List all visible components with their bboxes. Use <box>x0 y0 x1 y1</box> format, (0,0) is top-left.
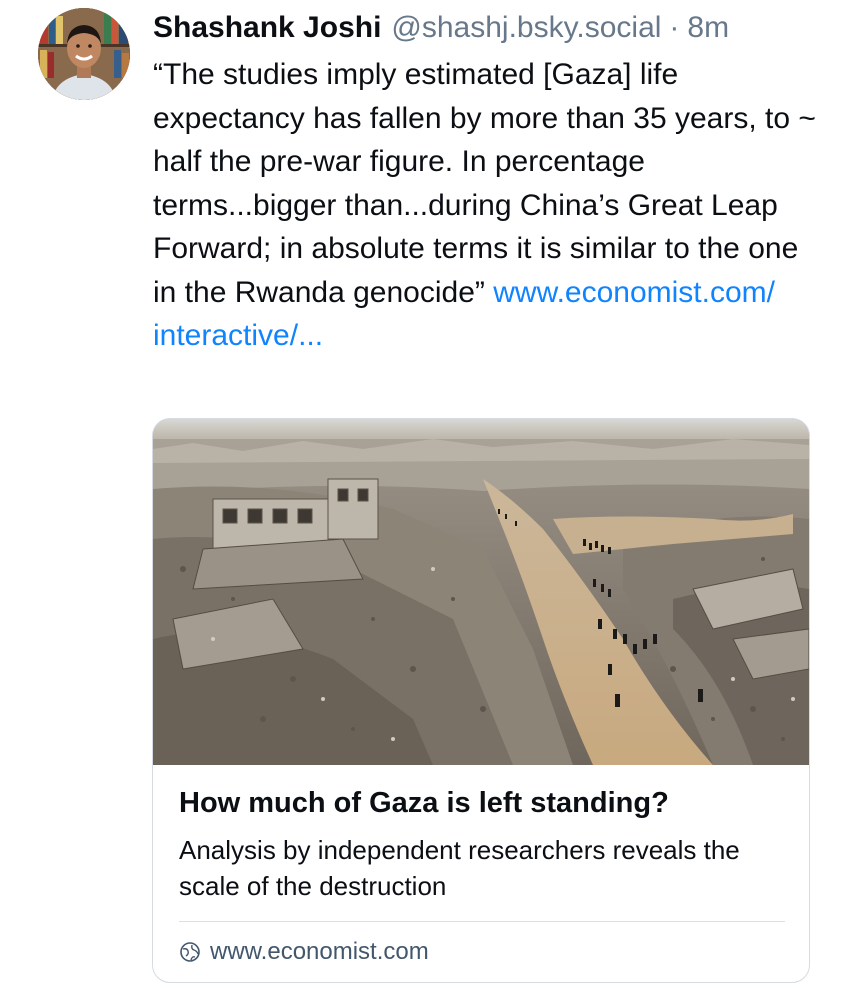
author-avatar[interactable] <box>38 8 130 100</box>
post-body: “The studies imply estimated [Gaza] life… <box>153 58 825 309</box>
card-image <box>153 419 809 765</box>
separator-dot: · <box>669 11 680 44</box>
card-description: Analysis by independent researchers reve… <box>179 835 740 901</box>
card-domain-text: www.economist.com <box>210 938 429 965</box>
card-title: How much of Gaza is left standing? <box>179 787 669 819</box>
post-header: Shashank Joshi @shashj.bsky.social · 8m <box>153 8 825 48</box>
card-domain: www.economist.com <box>179 934 429 970</box>
avatar-photo <box>38 8 130 100</box>
author-name[interactable]: Shashank Joshi <box>153 8 381 48</box>
card-divider <box>179 921 785 922</box>
link-preview-card[interactable]: How much of Gaza is left standing? Analy… <box>152 418 810 983</box>
destroyed-buildings-photo <box>153 419 809 765</box>
author-handle[interactable]: @shashj.bsky.social <box>391 8 661 48</box>
globe-icon <box>180 942 200 962</box>
post-text: “The studies imply estimated [Gaza] life… <box>153 53 823 358</box>
post-timestamp[interactable]: 8m <box>687 8 729 48</box>
